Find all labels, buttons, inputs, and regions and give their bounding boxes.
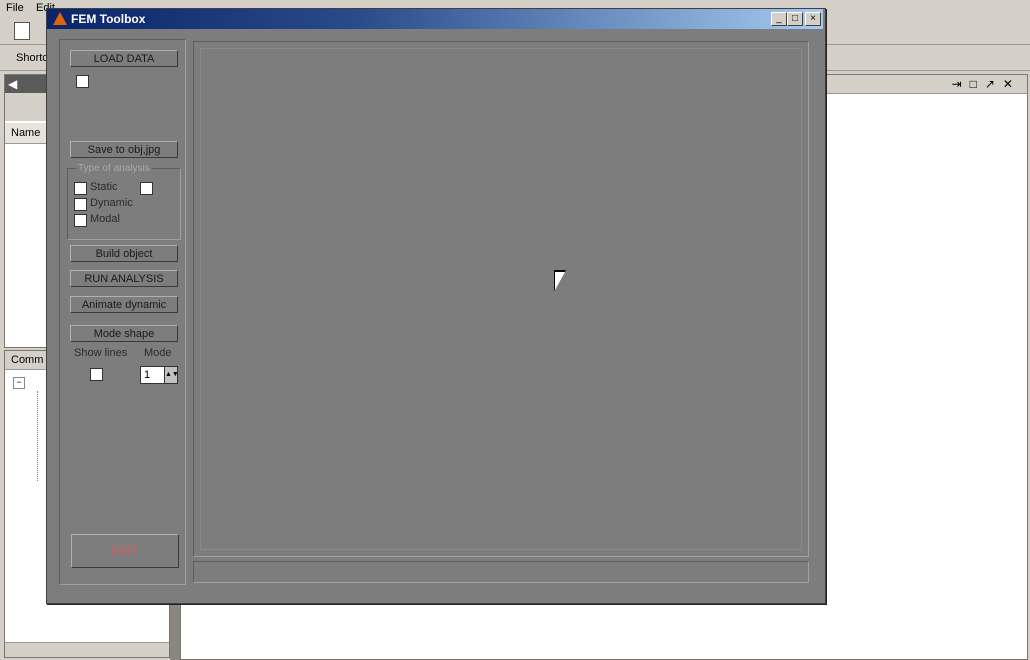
- static-checkbox[interactable]: [74, 182, 87, 195]
- matlab-logo-icon: [53, 12, 67, 25]
- exit-button[interactable]: EXIT: [71, 534, 179, 568]
- build-object-button[interactable]: Build object: [70, 245, 178, 262]
- history-scrollbar[interactable]: [5, 642, 169, 657]
- plot-axes-panel: [193, 41, 809, 557]
- analysis-type-group: Type of analysis Static Dynamic Modal: [67, 163, 181, 240]
- new-file-icon[interactable]: [14, 22, 30, 40]
- show-lines-label: Show lines: [74, 347, 128, 359]
- dock-controls-icon[interactable]: ⇥□↗✕: [952, 77, 1021, 91]
- modal-checkbox[interactable]: [74, 214, 87, 227]
- run-analysis-button[interactable]: RUN ANALYSIS: [70, 270, 178, 287]
- animate-dynamic-button[interactable]: Animate dynamic: [70, 296, 178, 313]
- workspace-panel: ◀ Name: [4, 74, 50, 348]
- name-column-label: Name: [11, 127, 41, 139]
- static-label: Static: [90, 181, 118, 193]
- static-extra-checkbox[interactable]: [140, 182, 153, 195]
- load-data-button[interactable]: LOAD DATA: [70, 50, 178, 67]
- window-title: FEM Toolbox: [71, 12, 146, 26]
- dynamic-checkbox[interactable]: [74, 198, 87, 211]
- mode-spinner[interactable]: 1 ▲▼: [140, 366, 179, 384]
- status-strip: [193, 561, 809, 583]
- mode-shape-button[interactable]: Mode shape: [70, 325, 178, 342]
- control-panel: LOAD DATA Save to obj,jpg Type of analys…: [59, 39, 186, 585]
- save-obj-jpg-button[interactable]: Save to obj,jpg: [70, 141, 178, 158]
- fem-toolbox-window: FEM Toolbox _ □ × LOAD DATA Save to obj,…: [46, 8, 826, 604]
- tree-collapse-icon[interactable]: −: [13, 377, 25, 389]
- panel-splitter[interactable]: [170, 600, 180, 660]
- dynamic-label: Dynamic: [90, 197, 133, 209]
- plot-area[interactable]: [200, 48, 802, 550]
- maximize-button[interactable]: □: [787, 12, 803, 26]
- window-titlebar[interactable]: FEM Toolbox _ □ ×: [47, 9, 823, 29]
- minimize-button[interactable]: _: [771, 12, 787, 26]
- show-lines-checkbox[interactable]: [90, 368, 103, 381]
- tree-lines: [37, 391, 39, 481]
- modal-label: Modal: [90, 213, 120, 225]
- load-option-checkbox[interactable]: [76, 75, 89, 88]
- workspace-toolbar: [5, 93, 49, 121]
- workspace-column-header[interactable]: Name: [5, 123, 49, 144]
- back-arrow-icon[interactable]: ◀: [8, 77, 17, 91]
- menu-file[interactable]: File: [6, 2, 24, 14]
- spinner-arrows-icon[interactable]: ▲▼: [164, 367, 179, 383]
- mode-value: 1: [144, 369, 151, 381]
- analysis-type-title: Type of analysis: [76, 163, 152, 174]
- shortcuts-label[interactable]: Shortc: [16, 52, 48, 64]
- workspace-titlebar: ◀: [5, 75, 49, 93]
- command-history-title: Comm: [11, 354, 44, 366]
- close-button[interactable]: ×: [805, 12, 821, 26]
- mouse-cursor-icon: [555, 272, 565, 290]
- mode-label: Mode: [144, 347, 172, 359]
